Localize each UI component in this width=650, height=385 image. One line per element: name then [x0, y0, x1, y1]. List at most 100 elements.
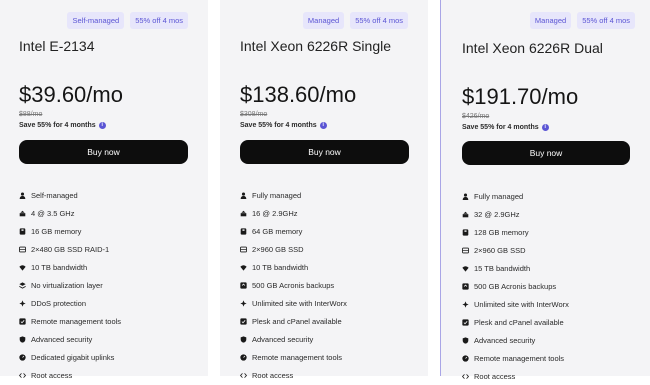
storage-icon: [462, 247, 469, 254]
badge-group: Managed 55% off 4 mos: [529, 12, 635, 29]
feature-label: Remote management tools: [252, 352, 343, 362]
gauge-icon: [240, 353, 247, 361]
badge-group: Self-managed 55% off 4 mos: [67, 12, 188, 29]
feature-item: Remote management tools: [19, 312, 121, 330]
feature-item: DDoS protection: [19, 294, 121, 312]
wifi-icon: [19, 264, 26, 271]
savings-text: Save 55% for 4 months: [240, 122, 317, 129]
savings-note: Save 55% for 4 months i: [462, 124, 549, 131]
feature-item: 16 GB memory: [19, 222, 121, 240]
plan-card-xeon-6226r-dual: Managed 55% off 4 mos Intel Xeon 6226R D…: [440, 0, 650, 381]
feature-item: Fully managed: [462, 187, 569, 205]
management-badge: Managed: [529, 12, 572, 29]
info-icon[interactable]: i: [541, 124, 549, 131]
plan-price: $191.70/mo: [462, 84, 579, 109]
memory-icon: [462, 228, 469, 236]
original-price: $88/mo: [19, 111, 43, 118]
feature-item: Unlimited site with InterWorx: [462, 295, 569, 313]
feature-label: Root access: [474, 371, 516, 381]
backup-icon: [240, 281, 247, 289]
plan-name: Intel Xeon 6226R Single: [240, 38, 391, 54]
feature-label: 500 GB Acronis backups: [474, 281, 557, 291]
feature-label: Advanced security: [31, 334, 93, 344]
feature-label: 128 GB memory: [474, 227, 529, 237]
buy-now-button[interactable]: Buy now: [19, 140, 188, 164]
gauge-icon: [462, 354, 469, 362]
feature-item: Remote management tools: [462, 349, 569, 367]
feature-item: Dedicated gigabit uplinks: [19, 348, 121, 366]
cpu-icon: [240, 210, 247, 217]
feature-label: 15 TB bandwidth: [474, 263, 531, 273]
info-icon[interactable]: i: [98, 122, 106, 129]
feature-item: 2×960 GB SSD: [462, 241, 569, 259]
feature-item: No virtualization layer: [19, 276, 121, 294]
user-icon: [19, 192, 26, 199]
feature-label: Plesk and cPanel available: [252, 316, 342, 326]
memory-icon: [19, 227, 26, 235]
feature-item: Unlimited site with InterWorx: [240, 294, 347, 312]
feature-item: 32 @ 2.9GHz: [462, 205, 569, 223]
feature-item: Root access: [19, 366, 121, 384]
feature-label: Advanced security: [474, 335, 536, 345]
feature-label: 2×960 GB SSD: [474, 245, 526, 255]
feature-label: Fully managed: [474, 191, 524, 201]
user-icon: [240, 192, 247, 199]
feature-label: No virtualization layer: [31, 280, 103, 290]
cpu-icon: [462, 211, 469, 218]
management-badge: Self-managed: [67, 12, 125, 29]
plan-price: $39.60/mo: [19, 82, 123, 107]
savings-note: Save 55% for 4 months i: [240, 122, 327, 129]
lock-icon: [19, 335, 26, 343]
feature-label: 16 GB memory: [31, 226, 82, 236]
management-badge: Managed: [302, 12, 345, 29]
check-icon: [19, 317, 26, 325]
feature-item: Plesk and cPanel available: [240, 312, 347, 330]
feature-item: 2×960 GB SSD: [240, 240, 347, 258]
discount-badge: 55% off 4 mos: [577, 12, 635, 29]
feature-item: Plesk and cPanel available: [462, 313, 569, 331]
savings-text: Save 55% for 4 months: [462, 124, 539, 131]
feature-label: 32 @ 2.9GHz: [474, 209, 520, 219]
savings-text: Save 55% for 4 months: [19, 122, 96, 129]
storage-icon: [240, 246, 247, 253]
buy-now-button[interactable]: Buy now: [462, 141, 630, 165]
feature-label: Root access: [252, 370, 294, 380]
info-icon[interactable]: i: [319, 122, 327, 129]
plan-card-xeon-6226r-single: Managed 55% off 4 mos Intel Xeon 6226R S…: [220, 0, 428, 380]
code-icon: [462, 373, 469, 380]
cpu-icon: [19, 210, 26, 217]
feature-label: 4 @ 3.5 GHz: [31, 208, 75, 218]
feature-label: Root access: [31, 370, 73, 380]
feature-item: 128 GB memory: [462, 223, 569, 241]
feature-item: 2×480 GB SSD RAID-1: [19, 240, 121, 258]
buy-now-button[interactable]: Buy now: [240, 140, 409, 164]
feature-list: Fully managed 16 @ 2.9GHz 64 GB memory 2×96…: [240, 186, 347, 384]
feature-item: 10 TB bandwidth: [19, 258, 121, 276]
check-icon: [462, 318, 469, 326]
feature-item: Root access: [240, 366, 347, 384]
plan-card-intel-e2134: Self-managed 55% off 4 mos Intel E-2134 …: [0, 0, 208, 380]
feature-item: Fully managed: [240, 186, 347, 204]
gauge-icon: [19, 353, 26, 361]
storage-icon: [19, 246, 26, 253]
feature-item: 4 @ 3.5 GHz: [19, 204, 121, 222]
feature-label: Remote management tools: [474, 353, 565, 363]
feature-label: 10 TB bandwidth: [252, 262, 309, 272]
feature-label: Remote management tools: [31, 316, 122, 326]
layers-icon: [19, 281, 26, 289]
backup-icon: [462, 282, 469, 290]
feature-label: Plesk and cPanel available: [474, 317, 564, 327]
wifi-icon: [240, 264, 247, 271]
feature-item: 10 TB bandwidth: [240, 258, 347, 276]
feature-item: Advanced security: [240, 330, 347, 348]
badge-group: Managed 55% off 4 mos: [302, 12, 408, 29]
feature-item: Self-managed: [19, 186, 121, 204]
feature-label: 500 GB Acronis backups: [252, 280, 335, 290]
feature-label: 2×960 GB SSD: [252, 244, 304, 254]
original-price: $308/mo: [240, 111, 268, 118]
lock-icon: [462, 336, 469, 344]
wifi-icon: [462, 265, 469, 272]
discount-badge: 55% off 4 mos: [130, 12, 188, 29]
discount-badge: 55% off 4 mos: [350, 12, 408, 29]
feature-list: Self-managed 4 @ 3.5 GHz 16 GB memory 2×480…: [19, 186, 121, 384]
